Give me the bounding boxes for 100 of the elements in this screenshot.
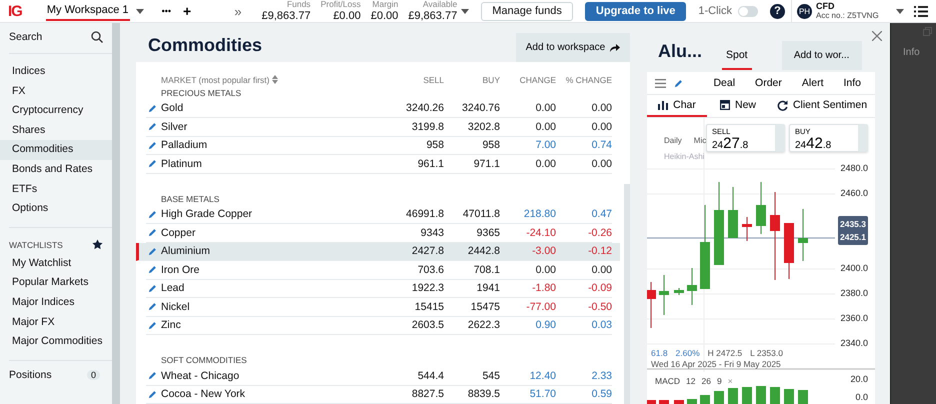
sidebar-item[interactable]: ETFs	[0, 180, 112, 200]
sell-price[interactable]: 9343	[392, 226, 444, 239]
market-row[interactable]: Zinc 2603.5 2622.3 0.90 0.03	[146, 316, 612, 335]
buy-price[interactable]: 15475	[444, 300, 500, 313]
market-row[interactable]: Platinum 961.1 971.1 0.00 0.00	[146, 155, 612, 174]
add-to-workspace-button[interactable]: Add to workspace	[516, 32, 630, 62]
market-row[interactable]: High Grade Copper 46991.8 47011.8 218.80 0.47	[146, 206, 612, 224]
sell-price[interactable]: 15415	[392, 300, 444, 313]
change-value: 0.00	[534, 102, 556, 114]
buy-price[interactable]: 3240.76	[444, 102, 500, 114]
share-arrow-icon[interactable]	[610, 42, 620, 52]
sell-price[interactable]: 958	[392, 139, 444, 152]
sidebar-item[interactable]: Cryptocurrency	[0, 101, 112, 121]
sell-price[interactable]: 961.1	[392, 158, 444, 170]
sell-price[interactable]: 8827.5	[392, 388, 444, 400]
market-row[interactable]: Nickel 15415 15475 -77.00 -0.50	[146, 298, 612, 316]
watchlist-item[interactable]: My Watchlist	[0, 254, 112, 274]
more-button[interactable]: •••	[158, 6, 176, 16]
panel-tab[interactable]: Client Sentimen	[769, 95, 875, 117]
sidebar-item[interactable]: Indices	[0, 62, 112, 82]
chart-option[interactable]: Mic	[694, 136, 706, 145]
news-icon[interactable]	[720, 100, 730, 110]
market-name: Wheat - Chicago	[161, 370, 240, 382]
sell-price[interactable]: 703.6	[392, 264, 444, 276]
action-tab[interactable]: Info	[837, 77, 867, 89]
sell-price[interactable]: 2427.8	[392, 245, 444, 258]
watchlist-item[interactable]: Popular Markets	[0, 273, 112, 293]
sell-price[interactable]: 46991.8	[392, 208, 444, 220]
caret-icon[interactable]	[461, 8, 470, 14]
sell-price[interactable]: 544.4	[392, 370, 444, 382]
market-row[interactable]: Gold 3240.26 3240.76 0.00 0.00	[146, 100, 612, 118]
sidebar-item[interactable]: Shares	[0, 120, 112, 140]
workspace-tab[interactable]: My Workspace 1	[46, 1, 130, 21]
sell-price[interactable]: 1922.3	[392, 282, 444, 294]
buy-price[interactable]: 708.1	[444, 264, 500, 276]
stat-label: Funds	[286, 0, 311, 10]
buy-price[interactable]: 2442.8	[444, 245, 500, 258]
buy-price[interactable]: 2622.3	[444, 319, 500, 332]
buy-price[interactable]: 545	[444, 370, 500, 382]
avatar[interactable]: PH	[797, 4, 812, 18]
star-icon[interactable]	[92, 239, 103, 250]
period-option[interactable]: Daily	[664, 136, 682, 145]
column-header[interactable]: % CHANGE	[556, 74, 612, 84]
buy-price[interactable]: 1941	[444, 282, 500, 294]
panel-tab[interactable]: Info	[903, 47, 920, 58]
market-row[interactable]: Wheat - Chicago 544.4 545 12.40 2.33	[146, 367, 612, 386]
sell-price[interactable]: 2603.5	[392, 319, 444, 332]
caret-icon[interactable]	[896, 8, 904, 14]
upgrade-button[interactable]: Upgrade to live	[584, 2, 686, 20]
action-tab[interactable]: Deal	[707, 77, 742, 89]
market-row[interactable]: Lead 1922.3 1941 -1.80 -0.09	[146, 280, 612, 298]
market-row[interactable]: Cocoa - New York 8827.5 8839.5 51.70 0.59	[146, 386, 612, 404]
spot-tab[interactable]: Spot	[722, 41, 752, 70]
sidebar-item[interactable]: Options	[0, 199, 112, 219]
refresh-icon[interactable]	[776, 100, 788, 110]
buy-price[interactable]: 8839.5	[444, 388, 500, 400]
column-header[interactable]: BUY	[444, 74, 500, 84]
watchlist-item[interactable]: Major FX	[0, 312, 112, 332]
market-row[interactable]: Palladium 958 958 7.00 0.74	[146, 136, 612, 155]
panel-tab[interactable]: Char	[647, 95, 707, 117]
expand-button[interactable]: »	[230, 4, 246, 18]
sidebar-item[interactable]: Commodities	[0, 140, 112, 160]
sidebar-item[interactable]: FX	[0, 82, 112, 102]
help-button[interactable]: ?	[770, 4, 785, 18]
search-label[interactable]: Search	[9, 31, 42, 43]
sell-price[interactable]: 3199.8	[392, 120, 444, 133]
buy-price[interactable]: 47011.8	[444, 208, 500, 220]
market-row[interactable]: Aluminium 2427.8 2442.8 -3.00 -0.12	[136, 242, 620, 261]
one-click-toggle[interactable]	[738, 6, 758, 16]
buy-price[interactable]: 958	[444, 139, 500, 152]
panel-tab[interactable]: New	[707, 95, 769, 117]
sidebar-item[interactable]: Bonds and Rates	[0, 160, 112, 180]
add-button[interactable]: +	[179, 3, 196, 19]
scrollbar[interactable]	[624, 184, 630, 404]
sort-icon[interactable]	[272, 75, 278, 84]
menu-icon[interactable]	[914, 6, 928, 16]
buy-price[interactable]: 971.1	[444, 158, 500, 170]
pencil-icon[interactable]	[674, 78, 683, 88]
bar-chart-icon[interactable]	[658, 100, 668, 110]
column-header[interactable]: CHANGE	[500, 74, 556, 84]
add-to-workspace-button[interactable]: Add to wor...	[782, 41, 862, 70]
buy-price[interactable]: 3202.8	[444, 120, 500, 133]
sell-price[interactable]: 3240.26	[392, 102, 444, 114]
axis-label: 20.0	[850, 374, 868, 384]
column-header[interactable]: SELL	[392, 74, 444, 84]
watchlist-item[interactable]: Major Commodities	[0, 332, 112, 352]
column-header[interactable]: MARKET (most popular first)	[161, 74, 270, 84]
watchlist-item[interactable]: Major Indices	[0, 292, 112, 313]
buy-price[interactable]: 9365	[444, 226, 500, 239]
indicator-parameter: 9	[716, 376, 722, 386]
market-row[interactable]: Iron Ore 703.6 708.1 0.00 0.00	[146, 261, 612, 280]
change-percent: 0.00	[590, 158, 612, 170]
action-tab[interactable]: Alert	[796, 77, 830, 89]
close-icon[interactable]	[872, 31, 882, 41]
market-row[interactable]: Silver 3199.8 3202.8 0.00 0.00	[146, 118, 612, 136]
manage-funds-button[interactable]: Manage funds	[481, 2, 573, 20]
search-icon[interactable]	[91, 31, 103, 43]
action-tab[interactable]: Order	[749, 77, 788, 89]
caret-icon[interactable]	[136, 8, 144, 14]
positions-label[interactable]: Positions	[9, 368, 52, 381]
